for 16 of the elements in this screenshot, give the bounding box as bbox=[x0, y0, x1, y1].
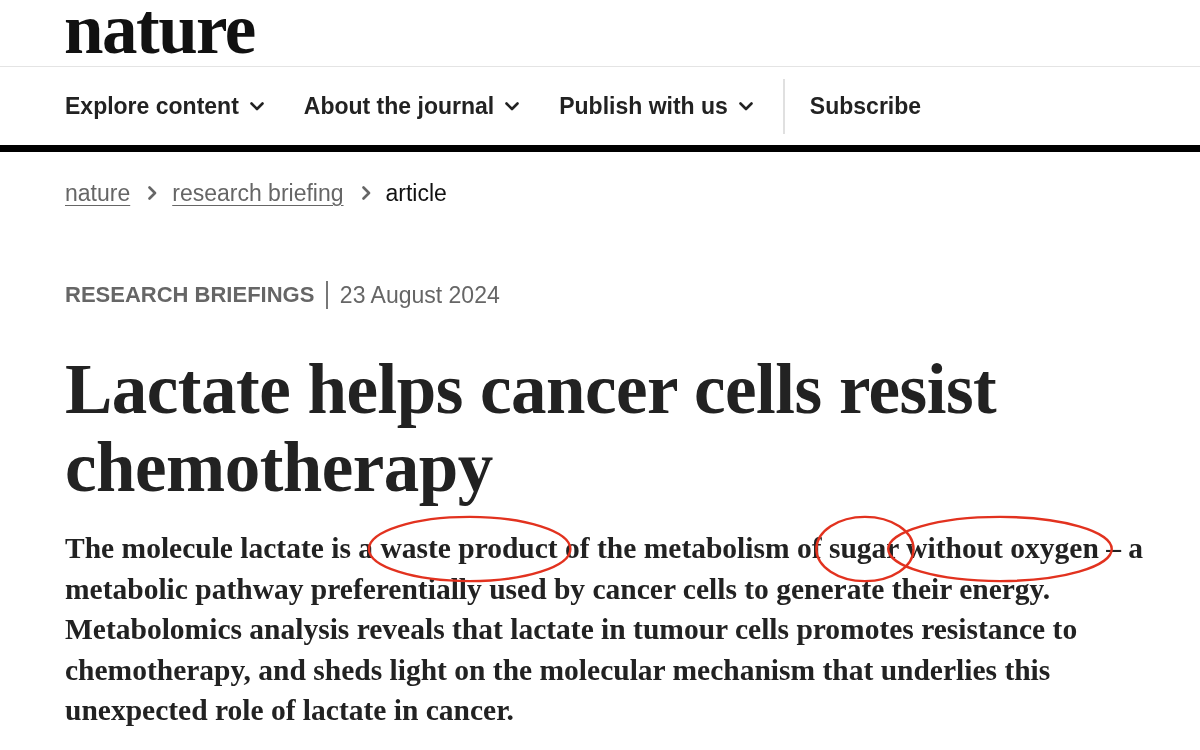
site-logo[interactable]: nature bbox=[64, 0, 255, 60]
publication-date: 23 August 2024 bbox=[339, 281, 500, 309]
breadcrumb-link[interactable]: nature bbox=[65, 179, 131, 207]
chevron-right-icon bbox=[148, 186, 158, 200]
article-title: Lactate helps cancer cells resist chemotherapy bbox=[65, 350, 998, 506]
nav-menu-button[interactable]: About the journal bbox=[303, 92, 520, 120]
article-type-label: RESEARCH BRIEFINGS bbox=[65, 282, 315, 308]
chevron-right-icon bbox=[361, 186, 371, 200]
chevron-down-icon bbox=[249, 101, 264, 111]
nav-menu-button[interactable]: Publish with us bbox=[559, 92, 753, 120]
nav-menu-button[interactable]: Explore content bbox=[65, 92, 264, 120]
breadcrumb-link[interactable]: research briefing bbox=[172, 179, 344, 207]
breadcrumb-current: article bbox=[385, 179, 447, 207]
nav-link[interactable]: Subscribe bbox=[809, 92, 922, 120]
chevron-down-icon bbox=[738, 101, 753, 111]
chevron-down-icon bbox=[505, 101, 520, 111]
